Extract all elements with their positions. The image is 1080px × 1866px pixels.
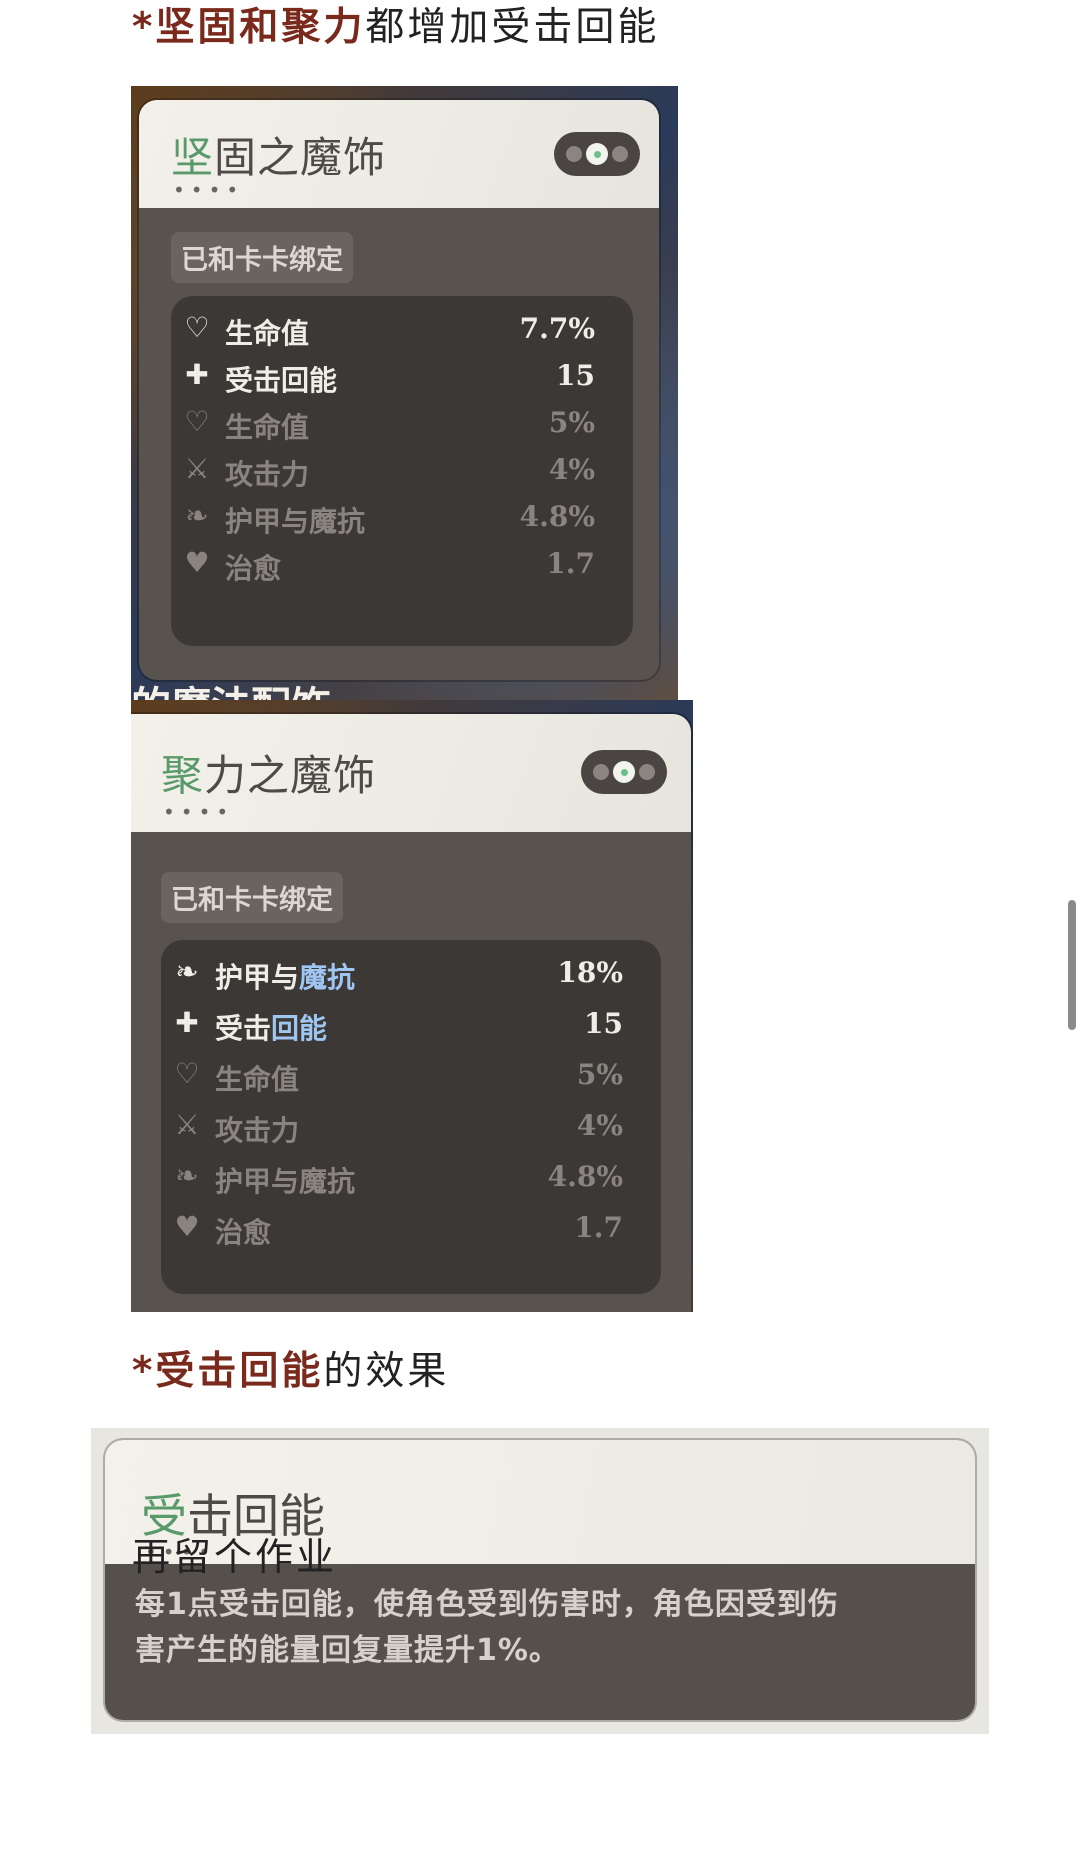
stat-row: ♡ 生命值 5%	[161, 1054, 661, 1098]
heart-icon: ♡	[184, 311, 210, 344]
stat-name: 受击回能	[225, 364, 338, 397]
rarity-dots: ••••	[173, 178, 245, 202]
effect-description: 每1点受击回能，使角色受到伤害时，角色因受到伤 害产生的能量回复量提升1%。	[135, 1582, 965, 1674]
stat-value: 4.8%	[547, 1160, 623, 1193]
heading-rest: 都增加受击回能	[365, 5, 660, 50]
card-header: 坚固之魔饰 ••••	[139, 100, 659, 208]
stat-name: 治愈	[215, 1216, 272, 1249]
stat-name: 攻击力	[215, 1114, 300, 1147]
bound-tag: 已和卡卡绑定	[161, 872, 343, 923]
description-line-1: 每1点受击回能，使角色受到伤害时，角色因受到伤	[135, 1587, 839, 1622]
stat-name: 护甲与魔抗	[215, 961, 356, 994]
stat-name: 治愈	[225, 552, 282, 585]
heal-heart-icon: ♥	[184, 546, 210, 579]
stat-value: 15	[556, 359, 595, 392]
stat-value: 1.7	[546, 547, 595, 580]
heading-rest: 的效果	[323, 1349, 450, 1394]
screenshot-card-jiangu: 坚固之魔饰 •••• 已和卡卡绑定 ♡ 生命值 7.7% ✚ 受击回能 15 ♡ 生命值 5% ⚔…	[131, 86, 678, 700]
stat-name: 生命值	[225, 411, 310, 444]
heading-2: *受击回能的效果	[132, 1352, 449, 1391]
stat-row: ⚔ 攻击力 4%	[171, 449, 633, 493]
stat-value: 4%	[548, 453, 595, 486]
stat-name: 生命值	[215, 1063, 300, 1096]
stat-value: 5%	[576, 1058, 623, 1091]
shield-icon: ❧	[175, 955, 199, 988]
vertical-scrollbar[interactable]	[1068, 900, 1076, 1030]
sword-icon: ⚔	[174, 1108, 200, 1141]
muscle-icon: ✚	[175, 1006, 199, 1039]
stat-name: 攻击力	[225, 458, 310, 491]
heart-icon: ♡	[184, 405, 210, 438]
stat-row: ♥ 治愈 1.7	[171, 543, 633, 587]
stat-value: 18%	[557, 956, 623, 989]
stat-value: 4%	[576, 1109, 623, 1142]
stat-row: ❧ 护甲与魔抗 18%	[161, 952, 661, 996]
item-tooltip-card: 聚力之魔饰 •••• 已和卡卡绑定 ❧ 护甲与魔抗 18% ✚ 受击回能 15 ♡ 生命值 5%…	[131, 714, 691, 1312]
heart-icon: ♡	[174, 1057, 200, 1090]
footer-text: 再留个作业	[132, 1535, 338, 1579]
description-line-2: 害产生的能量回复量提升1%。	[135, 1633, 560, 1668]
stat-value: 7.7%	[519, 312, 595, 345]
gem-icon	[613, 761, 635, 783]
stats-panel: ♡ 生命值 7.7% ✚ 受击回能 15 ♡ 生命值 5% ⚔ 攻击力 4% ❧ 护甲与魔抗 4.8% ♥ 治愈…	[171, 296, 633, 646]
stat-row: ❧ 护甲与魔抗 4.8%	[171, 496, 633, 540]
card-title: 坚固之魔饰	[171, 133, 387, 182]
heading-1: *坚固和聚力都增加受击回能	[132, 8, 659, 47]
card-title: 聚力之魔饰	[161, 751, 377, 800]
muscle-icon: ✚	[185, 358, 209, 391]
heading-highlight: 坚固和聚力	[155, 5, 366, 50]
stat-row: ♥ 治愈 1.7	[161, 1207, 661, 1251]
background-peek-text: 的魔法配饰	[131, 674, 331, 700]
shield-icon: ❧	[185, 499, 209, 532]
item-tooltip-card: 坚固之魔饰 •••• 已和卡卡绑定 ♡ 生命值 7.7% ✚ 受击回能 15 ♡ 生命值 5% ⚔…	[139, 100, 659, 680]
stat-name: 护甲与魔抗	[215, 1165, 356, 1198]
stat-value: 1.7	[574, 1211, 623, 1244]
heading-star: *	[132, 5, 156, 50]
rarity-dots: ••••	[163, 800, 235, 824]
stat-row: ❧ 护甲与魔抗 4.8%	[161, 1156, 661, 1200]
stat-name: 护甲与魔抗	[225, 505, 366, 538]
gem-slot-toggle[interactable]	[554, 132, 640, 176]
stat-row: ⚔ 攻击力 4%	[161, 1105, 661, 1149]
screenshot-card-juli: 聚力之魔饰 •••• 已和卡卡绑定 ❧ 护甲与魔抗 18% ✚ 受击回能 15 ♡ 生命值 5%…	[131, 700, 693, 1312]
gem-icon	[586, 143, 608, 165]
stat-value: 5%	[548, 406, 595, 439]
shield-icon: ❧	[175, 1159, 199, 1192]
heading-star: *	[132, 1349, 156, 1394]
stat-name: 生命值	[225, 317, 310, 350]
stat-row: ✚ 受击回能 15	[171, 355, 633, 399]
stat-row: ✚ 受击回能 15	[161, 1003, 661, 1047]
stat-row: ♡ 生命值 5%	[171, 402, 633, 446]
screenshot-effect-description: 受击回能 •••• 每1点受击回能，使角色受到伤害时，角色因受到伤 害产生的能量…	[91, 1428, 989, 1734]
heading-highlight: 受击回能	[155, 1349, 324, 1394]
gem-slot-toggle[interactable]	[581, 750, 667, 794]
card-header: 聚力之魔饰 ••••	[131, 714, 691, 832]
stats-panel: ❧ 护甲与魔抗 18% ✚ 受击回能 15 ♡ 生命值 5% ⚔ 攻击力 4% ❧ 护甲与魔抗 4.8% ♥ 治…	[161, 940, 661, 1294]
sword-icon: ⚔	[184, 452, 210, 485]
stat-value: 15	[584, 1007, 623, 1040]
stat-name: 受击回能	[215, 1012, 328, 1045]
stat-row: ♡ 生命值 7.7%	[171, 308, 633, 352]
stat-value: 4.8%	[519, 500, 595, 533]
heal-heart-icon: ♥	[174, 1210, 200, 1243]
bound-tag: 已和卡卡绑定	[171, 232, 353, 283]
